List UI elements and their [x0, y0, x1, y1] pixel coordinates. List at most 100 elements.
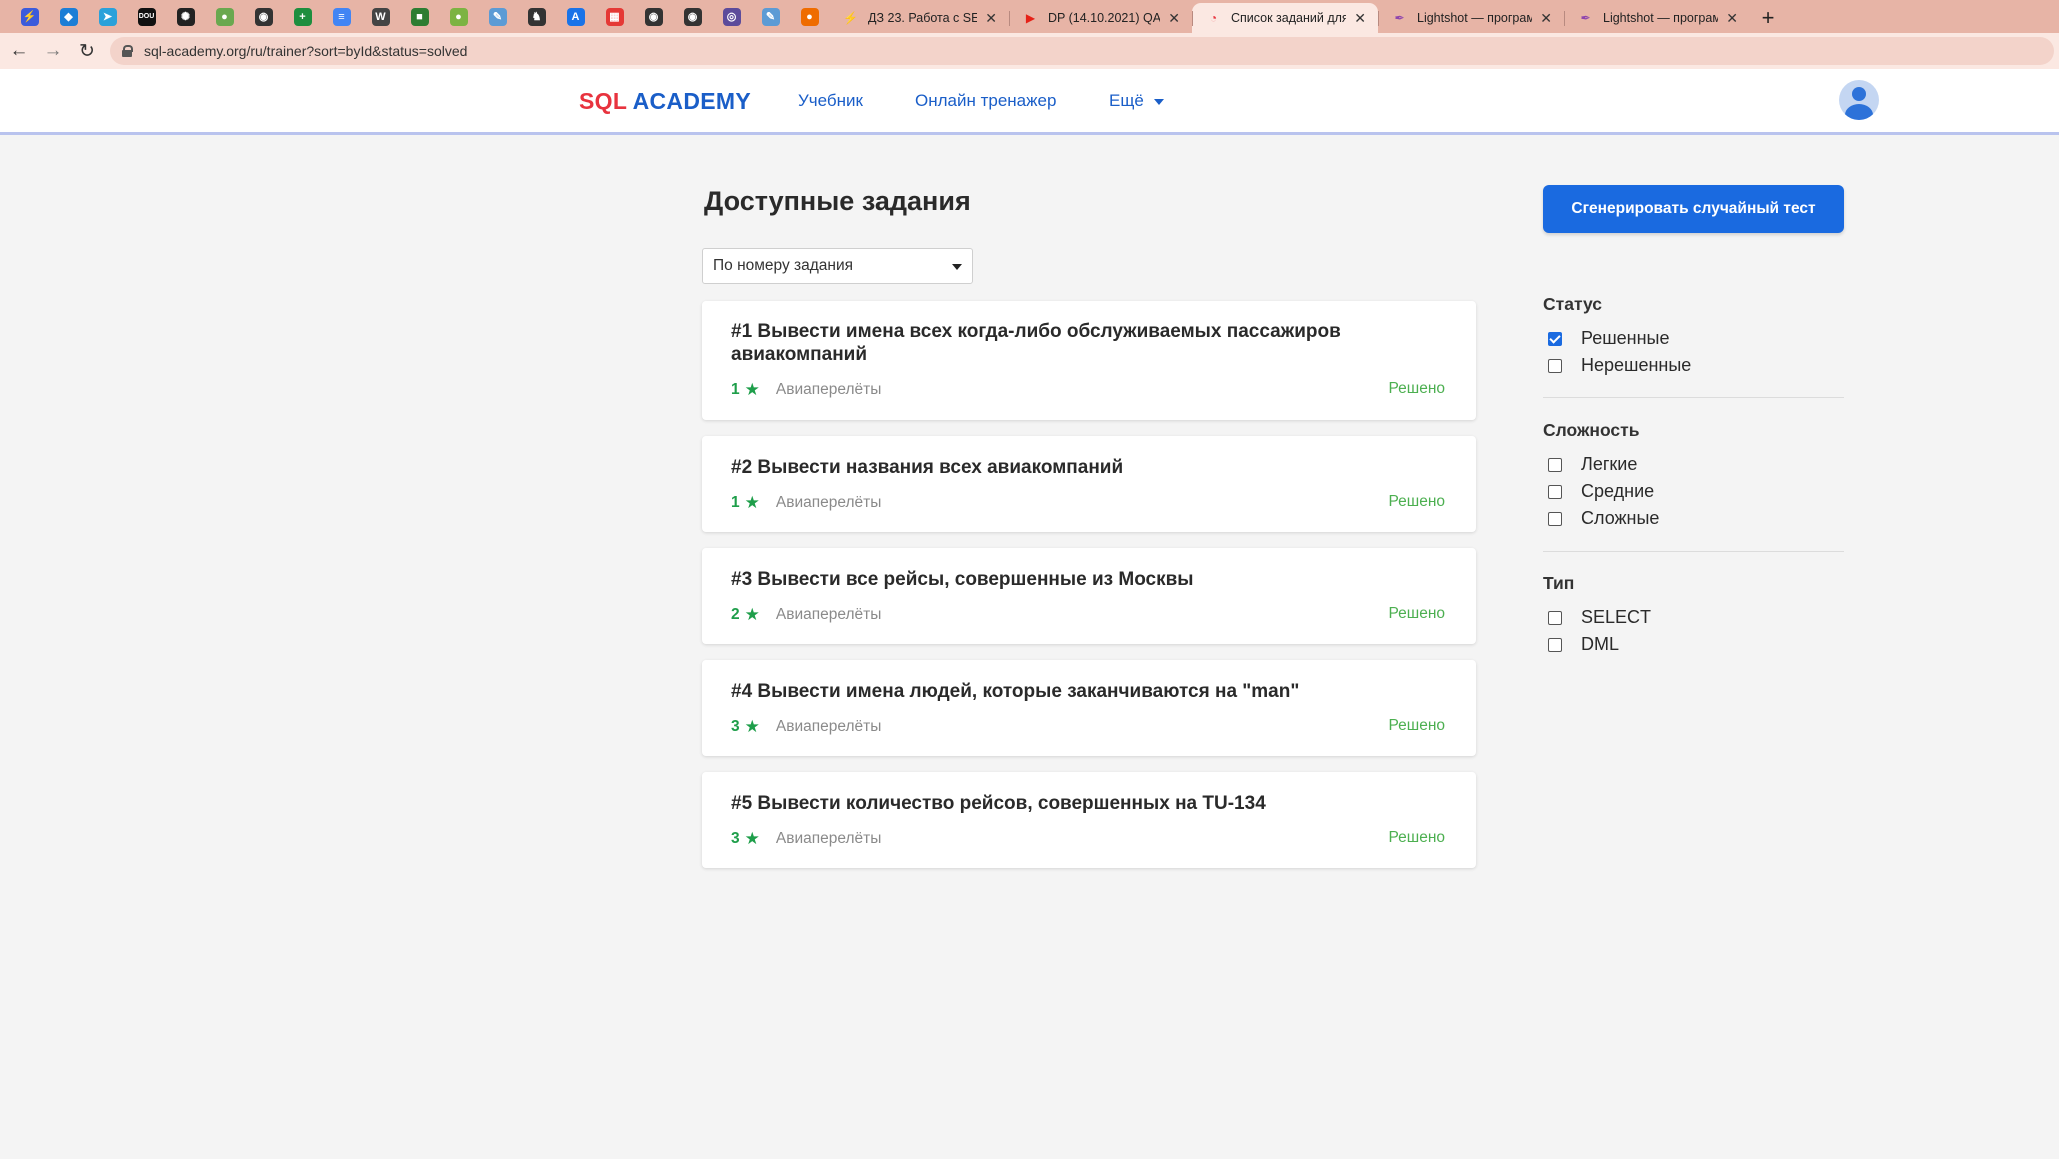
task-status: Решено — [1388, 605, 1445, 622]
sql-academy-icon: ◔ — [1209, 11, 1218, 25]
nav-link-trainer[interactable]: Онлайн тренажер — [915, 91, 1056, 111]
task-category: Авиаперелёты — [775, 381, 882, 398]
github-icon: ◉ — [683, 7, 702, 26]
task-status: Решено — [1388, 717, 1445, 734]
sort-select[interactable]: По номеру задания — [702, 248, 973, 284]
site-header: SQL ACADEMY Учебник Онлайн тренажер Ещё — [0, 69, 2059, 135]
task-category: Авиаперелёты — [775, 830, 882, 847]
generate-random-test-button[interactable]: Сгенерировать случайный тест — [1543, 185, 1844, 233]
task-title[interactable]: #3 Вывести все рейсы, совершенные из Мос… — [731, 568, 1431, 591]
green-circle-icon: ● — [215, 7, 234, 26]
url-field[interactable]: sql-academy.org/ru/trainer?sort=byId&sta… — [110, 37, 2054, 65]
pinned-tab[interactable]: ◉ — [634, 0, 673, 33]
zigzag-icon: ⚡ — [843, 11, 858, 25]
filter-option-label: DML — [1581, 634, 1620, 654]
pinned-tab[interactable]: ◎ — [712, 0, 751, 33]
checkbox[interactable] — [1548, 358, 1562, 373]
filter-type-select[interactable]: SELECT — [1548, 607, 1651, 628]
browser-tab[interactable]: ⚡ ДЗ 23. Работа с SELECT | Hillel LMS ✕ — [829, 3, 1009, 33]
filter-difficulty-easy[interactable]: Легкие — [1548, 454, 1637, 475]
filter-difficulty-hard[interactable]: Сложные — [1548, 508, 1659, 529]
open-tabs: ⚡ ДЗ 23. Работа с SELECT | Hillel LMS ✕ ▶ DP… — [829, 3, 1750, 33]
paint-icon: ✎ — [761, 7, 780, 26]
browser-tab[interactable]: ✒ Lightshot — программа для скриншотов ✕ — [1378, 3, 1564, 33]
user-avatar[interactable] — [1839, 80, 1879, 120]
checkbox[interactable] — [1548, 610, 1562, 625]
task-card[interactable]: #4 Вывести имена людей, которые заканчив… — [702, 660, 1476, 756]
task-title[interactable]: #4 Вывести имена людей, которые заканчив… — [731, 680, 1431, 703]
checkbox[interactable] — [1548, 457, 1562, 472]
pinned-tab[interactable]: ✎ — [751, 0, 790, 33]
pinned-tab[interactable]: ● — [205, 0, 244, 33]
forward-arrow-icon[interactable]: → — [36, 34, 70, 68]
filter-option-label: Нерешенные — [1581, 355, 1692, 375]
browser-tab-active[interactable]: ◔ Список заданий для тренировки ✕ — [1192, 3, 1378, 33]
task-meta: 2 ★ Авиаперелёты — [731, 605, 881, 625]
pinned-tab[interactable]: ✎ — [478, 0, 517, 33]
checkbox[interactable] — [1548, 484, 1562, 499]
pinned-tab[interactable]: ➤ — [88, 0, 127, 33]
task-title[interactable]: #1 Вывести имена всех когда-либо обслужи… — [731, 320, 1431, 366]
filter-type-dml[interactable]: DML — [1548, 634, 1619, 655]
filter-option-label: Средние — [1581, 481, 1655, 501]
divider — [1543, 551, 1844, 552]
pinned-tab[interactable]: ♞ — [517, 0, 556, 33]
docs-icon: ≡ — [332, 7, 351, 26]
pinned-tab[interactable]: ◆ — [49, 0, 88, 33]
tab-label: Список заданий для тренировки — [1231, 11, 1347, 25]
pinned-tab[interactable]: ≡ — [322, 0, 361, 33]
close-icon[interactable]: ✕ — [1726, 10, 1738, 27]
pinned-tab[interactable]: ▦ — [595, 0, 634, 33]
site-logo[interactable]: SQL ACADEMY — [579, 88, 751, 115]
record-icon: ◎ — [722, 7, 741, 26]
browser-tab[interactable]: ▶ DP (14.10.2021) QA Manual (13.09) ✕ — [1009, 3, 1192, 33]
reload-icon[interactable]: ↻ — [70, 34, 104, 68]
task-status: Решено — [1388, 829, 1445, 846]
nav-link-tutorial[interactable]: Учебник — [798, 91, 863, 111]
lock-icon — [122, 45, 133, 57]
filter-status-solved[interactable]: Решенные — [1548, 328, 1670, 349]
new-tab-button[interactable]: + — [1750, 3, 1786, 33]
close-icon[interactable]: ✕ — [1168, 10, 1180, 27]
pinned-tab[interactable]: ⚡ — [10, 0, 49, 33]
task-card[interactable]: #3 Вывести все рейсы, совершенные из Мос… — [702, 548, 1476, 644]
filter-option-label: Легкие — [1581, 454, 1638, 474]
close-icon[interactable]: ✕ — [1540, 10, 1552, 27]
task-title[interactable]: #2 Вывести названия всех авиакомпаний — [731, 456, 1431, 479]
pinned-tab[interactable]: W — [361, 0, 400, 33]
star-icon: ★ — [744, 493, 760, 512]
task-card[interactable]: #5 Вывести количество рейсов, совершенны… — [702, 772, 1476, 868]
orange-circle-icon: ● — [800, 7, 819, 26]
filter-status-unsolved[interactable]: Нерешенные — [1548, 355, 1691, 376]
back-arrow-icon[interactable]: ← — [2, 34, 36, 68]
feather-icon: ✒ — [1394, 11, 1405, 25]
close-icon[interactable]: ✕ — [1354, 10, 1366, 27]
task-card[interactable]: #2 Вывести названия всех авиакомпаний 1 … — [702, 436, 1476, 532]
task-level: 3 — [731, 718, 740, 735]
pinned-tab[interactable]: ◉ — [673, 0, 712, 33]
task-card[interactable]: #1 Вывести имена всех когда-либо обслужи… — [702, 301, 1476, 420]
chevron-down-icon — [952, 264, 962, 270]
dou-icon: DOU — [137, 7, 156, 26]
checkbox[interactable] — [1548, 511, 1562, 526]
checkbox[interactable] — [1548, 637, 1562, 652]
nav-link-more[interactable]: Ещё — [1109, 91, 1164, 111]
checkbox-checked[interactable] — [1548, 331, 1562, 346]
task-meta: 3 ★ Авиаперелёты — [731, 717, 881, 737]
close-icon[interactable]: ✕ — [985, 10, 997, 27]
address-bar-row: ← → ↻ sql-academy.org/ru/trainer?sort=by… — [0, 33, 2059, 69]
star-icon: ★ — [744, 605, 760, 624]
filter-difficulty-medium[interactable]: Средние — [1548, 481, 1654, 502]
star-icon: ★ — [744, 829, 760, 848]
pinned-tab[interactable]: DOU — [127, 0, 166, 33]
pinned-tab[interactable]: ■ — [400, 0, 439, 33]
pinned-tab[interactable]: A — [556, 0, 595, 33]
browser-tab[interactable]: ✒ Lightshot — программа для скриншотов ✕ — [1564, 3, 1750, 33]
pinned-tab[interactable]: + — [283, 0, 322, 33]
pinned-tab[interactable]: ✺ — [166, 0, 205, 33]
task-title[interactable]: #5 Вывести количество рейсов, совершенны… — [731, 792, 1431, 815]
pinned-tab[interactable]: ◉ — [244, 0, 283, 33]
pinned-tab[interactable]: ● — [790, 0, 829, 33]
pinned-tab[interactable]: ● — [439, 0, 478, 33]
github-icon: ◉ — [254, 7, 273, 26]
